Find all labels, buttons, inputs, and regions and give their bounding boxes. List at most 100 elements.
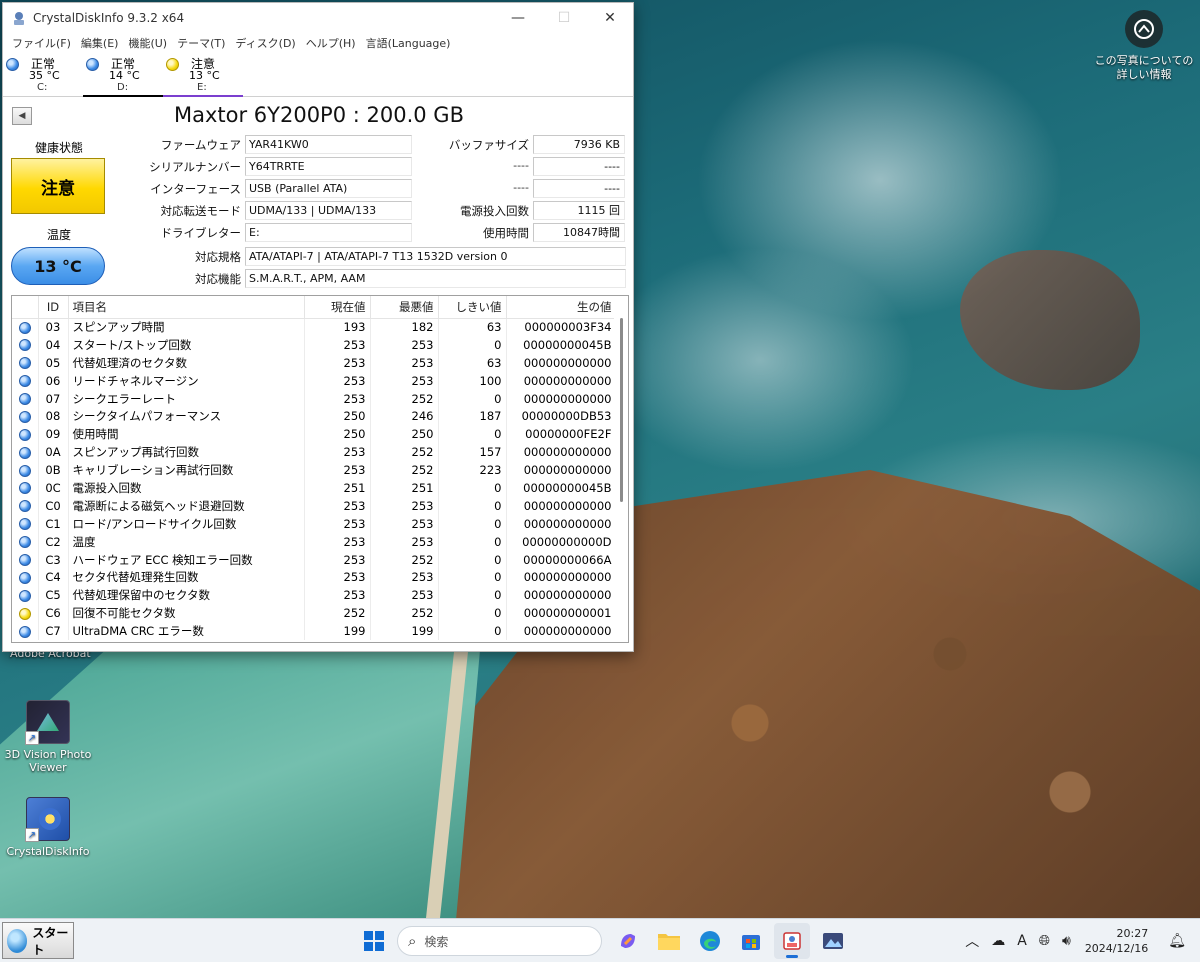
smart-threshold-cell: 223 [438, 461, 507, 480]
table-scrollbar[interactable] [614, 296, 628, 642]
features-value: S.M.A.R.T., APM, AAM [245, 269, 626, 288]
smart-row[interactable]: 09 使用時間 250 250 0 00000000FE2F [12, 425, 617, 444]
smart-name-cell: 代替処理済のセクタ数 [68, 353, 305, 372]
smart-row[interactable]: 05 代替処理済のセクタ数 253 253 63 000000000000 [12, 353, 617, 372]
smart-name-cell: リードチャネルマージン [68, 371, 305, 390]
store-icon [742, 935, 760, 950]
smart-threshold-cell: 63 [438, 353, 507, 372]
scrollbar-thumb[interactable] [620, 318, 623, 502]
smart-row[interactable]: 0B キャリブレーション再試行回数 253 252 223 000000000000 [12, 461, 617, 480]
menu-disk[interactable]: ディスク(D) [230, 35, 300, 51]
menu-language[interactable]: 言語(Language) [361, 35, 456, 51]
minimize-button[interactable]: — [495, 3, 541, 33]
cloud-offline-icon[interactable]: ☁ [991, 933, 1005, 949]
smart-row[interactable]: C0 電源断による磁気ヘッド退避回数 253 253 0 000000000000 [12, 496, 617, 515]
health-status-button[interactable]: 注意 [11, 158, 105, 214]
smart-row[interactable]: C3 ハードウェア ECC 検知エラー回数 253 252 0 00000000066A [12, 550, 617, 569]
status-dot-icon [18, 393, 31, 405]
smart-name-cell: スタート/ストップ回数 [68, 335, 305, 354]
file-explorer-button[interactable] [651, 923, 687, 959]
smart-row[interactable]: C1 ロード/アンロードサイクル回数 253 253 0 000000000000 [12, 514, 617, 533]
desktop-icon-3d-vision[interactable]: ↗ 3D Vision Photo Viewer [0, 700, 96, 774]
photo-viewer-taskbar-button[interactable] [815, 923, 851, 959]
photo-info-button[interactable]: この写真についての詳しい情報 [1094, 10, 1194, 82]
title-bar[interactable]: CrystalDiskInfo 9.3.2 x64 — ☐ ✕ [3, 3, 633, 33]
smart-status-cell [12, 622, 39, 641]
smart-row[interactable]: C6 回復不可能セクタ数 252 252 0 000000000001 [12, 604, 617, 623]
edge-icon [700, 931, 720, 951]
copilot-button[interactable] [610, 923, 646, 959]
menu-bar: ファイル(F) 編集(E) 機能(U) テーマ(T) ディスク(D) ヘルプ(H… [3, 33, 633, 53]
smart-row[interactable]: C2 温度 253 253 0 00000000000D [12, 532, 617, 551]
smart-id-cell: C2 [38, 532, 69, 551]
drive-tab-d[interactable]: 正常 14 °C D: [83, 53, 163, 97]
smart-worst-cell: 253 [370, 514, 439, 533]
header-worst[interactable]: 最悪値 [370, 296, 439, 319]
smart-row[interactable]: C5 代替処理保留中のセクタ数 253 253 0 000000000000 [12, 586, 617, 605]
menu-file[interactable]: ファイル(F) [7, 35, 76, 51]
menu-theme[interactable]: テーマ(T) [172, 35, 230, 51]
status-dot-icon [18, 428, 31, 441]
store-button[interactable] [733, 923, 769, 959]
drive-tab-e[interactable]: 注意 13 °C E: [163, 53, 243, 97]
smart-row[interactable]: 04 スタート/ストップ回数 253 253 0 00000000045B [12, 335, 617, 354]
taskbar-clock[interactable]: 20:27 2024/12/16 [1085, 926, 1148, 956]
windows-logo-button[interactable] [356, 923, 392, 959]
crystaldiskinfo-taskbar-button[interactable] [774, 923, 810, 959]
smart-raw-cell: 000000000001 [506, 604, 617, 623]
features-label: 対応機能 [195, 272, 241, 286]
start-button[interactable]: スタート [2, 922, 74, 959]
volume-icon[interactable]: 🔊︎ [1062, 933, 1071, 949]
smart-row[interactable]: 03 スピンアップ時間 193 182 63 000000003F34 [12, 318, 617, 336]
smart-name-cell: 電源投入回数 [68, 479, 305, 497]
smart-row[interactable]: 06 リードチャネルマージン 253 253 100 000000000000 [12, 371, 617, 390]
smart-worst-cell: 253 [370, 532, 439, 551]
drive-tab-c[interactable]: 正常 35 °C C: [3, 53, 83, 97]
smart-threshold-cell: 0 [438, 622, 507, 641]
header-raw[interactable]: 生の値 [506, 296, 617, 319]
network-globe-icon[interactable]: 🌐︎ [1039, 933, 1050, 949]
smart-raw-cell: 000000000000 [506, 389, 617, 408]
header-name[interactable]: 項目名 [68, 296, 305, 319]
header-threshold[interactable]: しきい値 [438, 296, 507, 319]
smart-current-cell: 199 [304, 622, 371, 641]
smart-status-cell [12, 389, 39, 408]
taskbar-search-box[interactable]: ⌕ 検索 [397, 926, 602, 956]
smart-row[interactable]: 07 シークエラーレート 253 252 0 000000000000 [12, 389, 617, 408]
header-id[interactable]: ID [38, 296, 69, 319]
drive-letter-value: E: [245, 223, 412, 242]
smart-row[interactable]: 0C 電源投入回数 251 251 0 00000000045B [12, 479, 617, 497]
smart-row[interactable]: 08 シークタイムパフォーマンス 250 246 187 00000000DB53 [12, 407, 617, 426]
smart-raw-cell: 000000000000 [506, 622, 617, 641]
tray-overflow-chevron-icon[interactable]: ︿ [965, 931, 979, 951]
menu-help[interactable]: ヘルプ(H) [301, 35, 361, 51]
smart-name-cell: 温度 [68, 532, 305, 551]
smart-row[interactable]: C4 セクタ代替処理発生回数 253 253 0 000000000000 [12, 568, 617, 587]
ime-indicator[interactable]: A [1017, 933, 1027, 949]
menu-edit[interactable]: 編集(E) [76, 35, 124, 51]
desktop-icon-crystaldiskinfo[interactable]: ↗ CrystalDiskInfo [0, 797, 96, 858]
edge-button[interactable] [692, 923, 728, 959]
smart-current-cell: 253 [304, 443, 371, 462]
transfer-mode-label: 対応転送モード [160, 204, 242, 218]
header-current[interactable]: 現在値 [304, 296, 371, 319]
notification-bell-icon[interactable]: 🔔︎ [1168, 933, 1186, 949]
smart-row[interactable]: 0A スピンアップ再試行回数 253 252 157 000000000000 [12, 443, 617, 462]
smart-attribute-table[interactable]: ID 項目名 現在値 最悪値 しきい値 生の値 03 スピンアップ時間 193 182… [11, 295, 629, 643]
smart-worst-cell: 253 [370, 335, 439, 354]
smart-threshold-cell: 0 [438, 604, 507, 623]
menu-function[interactable]: 機能(U) [123, 35, 172, 51]
table-header-row: ID 項目名 現在値 最悪値 しきい値 生の値 [12, 296, 617, 319]
transfer-mode-value: UDMA/133 | UDMA/133 [245, 201, 412, 220]
header-status[interactable] [12, 296, 39, 319]
shortcut-arrow-icon: ↗ [25, 828, 39, 842]
smart-threshold-cell: 0 [438, 425, 507, 444]
temperature-button[interactable]: 13 °C [11, 247, 105, 285]
power-on-hours-value: 10847時間 [533, 223, 625, 242]
smart-id-cell: C3 [38, 550, 69, 569]
close-button[interactable]: ✕ [587, 3, 633, 33]
maximize-button[interactable]: ☐ [541, 3, 587, 33]
smart-row[interactable]: C7 UltraDMA CRC エラー数 199 199 0 000000000000 [12, 622, 617, 641]
buffer-size-label: バッファサイズ [448, 138, 529, 152]
smart-current-cell: 253 [304, 568, 371, 587]
